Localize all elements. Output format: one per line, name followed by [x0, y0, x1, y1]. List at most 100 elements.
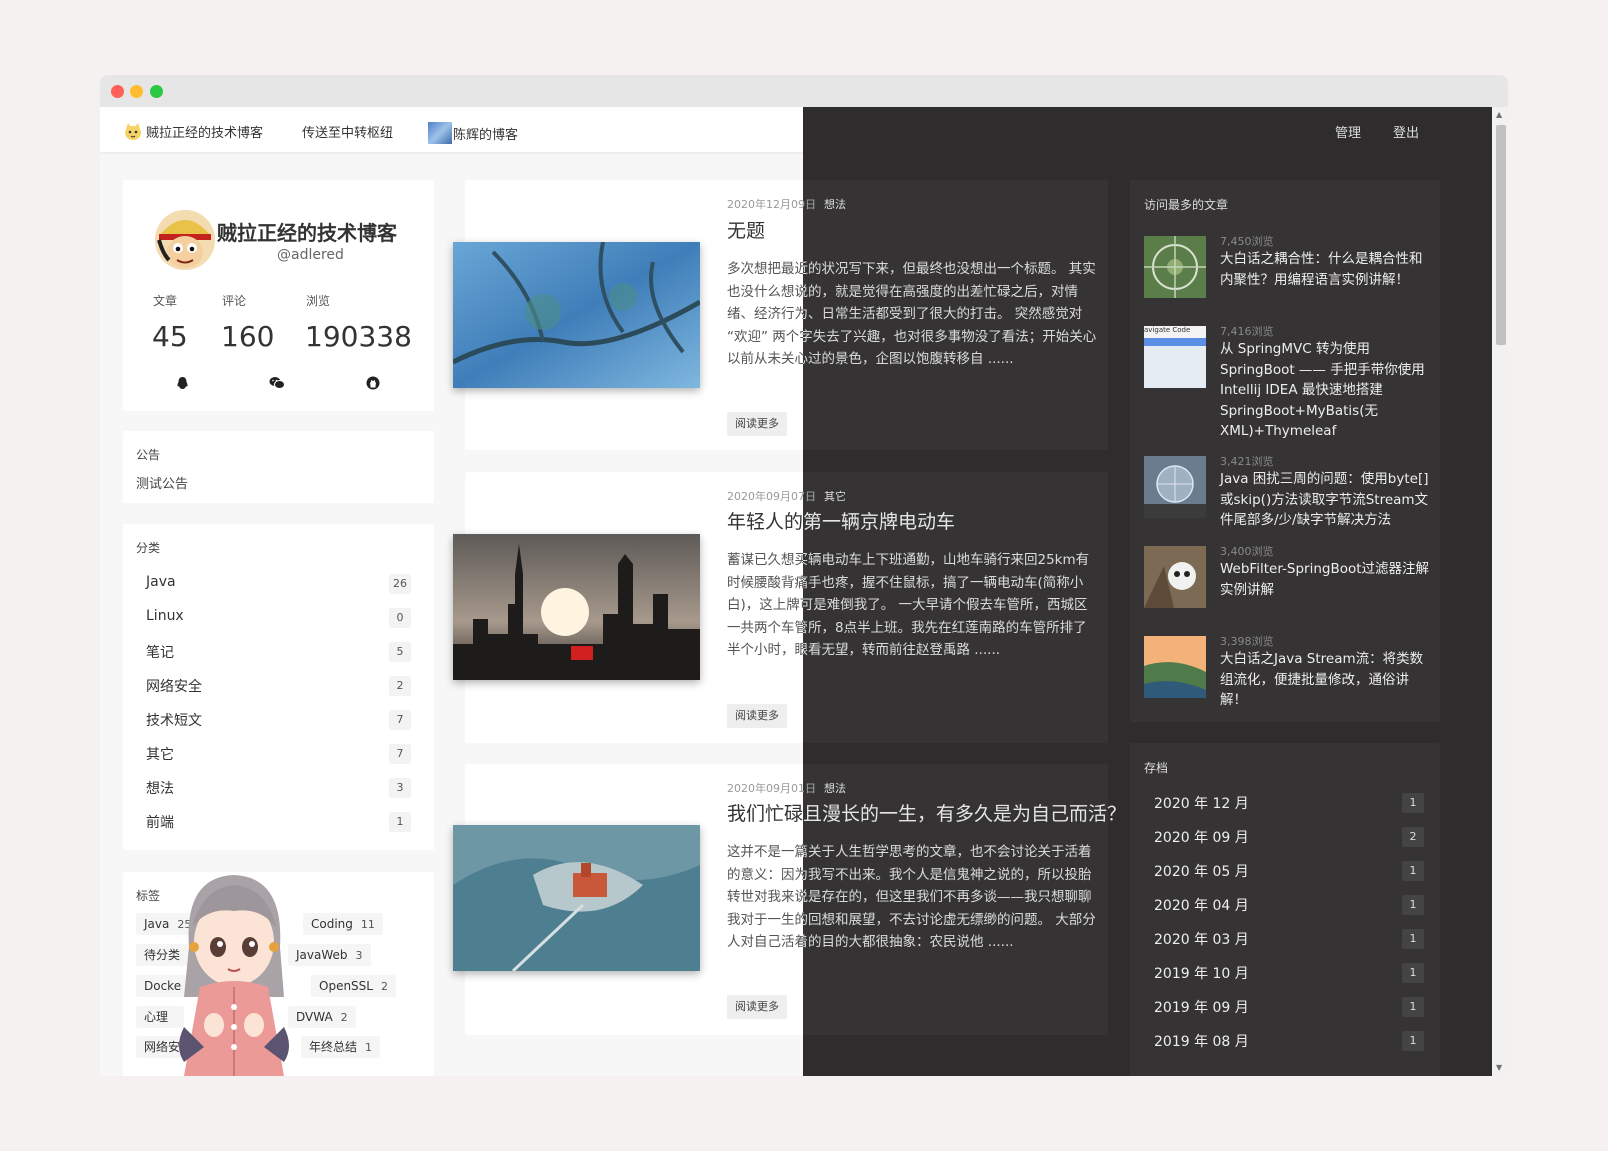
popular-post-item[interactable]: 3,421浏览 Java 困扰三周的问题：使用byte[]或skip()方法读取… [1144, 453, 1434, 533]
post-excerpt-2-dark: 蓄谋已久想买辆电动车上下班通勤，山地车骑行来回25km有时候腰酸背痛手也疼，握不… [803, 552, 1090, 658]
scroll-up-icon[interactable]: ▲ [1496, 111, 1502, 119]
read-more-button-3[interactable]: 阅读更多 [727, 995, 787, 1019]
popular-post-thumbnail: avigate Code [1144, 326, 1206, 388]
tag-count: 3 [355, 949, 363, 962]
nav-link-home[interactable]: 贼拉正经的技术博客 [123, 122, 263, 141]
blog-thumbnail-icon [428, 122, 452, 144]
post-title-3-dark[interactable]: 我们忙碌且漫长的一生，有多久是为自己而活？ [803, 799, 1126, 826]
scroll-down-icon[interactable]: ▼ [1496, 1064, 1502, 1072]
popular-post-item[interactable]: 7,450浏览 大白话之耦合性：什么是耦合性和内聚性？用编程语言实例讲解！ [1144, 233, 1434, 303]
category-item[interactable]: 前端 1 [146, 812, 411, 834]
category-count: 7 [389, 744, 411, 764]
post-cover-image-1[interactable] [453, 242, 700, 388]
post-title-2-dark[interactable]: 年轻人的第一辆京牌电动车 [803, 507, 955, 534]
cat-emoji-icon [123, 122, 143, 141]
archive-card: 存档 2020 年 12 月 1 2020 年 09 月 2 2020 年 05 月… [1130, 743, 1440, 1076]
tag-count: 2 [380, 980, 388, 993]
archive-count: 1 [1402, 929, 1424, 949]
live2d-mascot[interactable] [164, 847, 304, 1076]
tag-count: 11 [360, 918, 375, 931]
popular-post-views: 3,421浏览 [1220, 455, 1274, 468]
post-meta-3-dark: 2020年09月01日想法 [803, 780, 846, 796]
post-excerpt-1-dark: 多次想把最近的状况写下来，但最终也没想出一个标题。 其实也没什么想说的，就是觉得… [803, 261, 1097, 367]
category-name: 想法 [146, 781, 174, 797]
archive-title: 存档 [1144, 761, 1169, 775]
qq-icon[interactable] [176, 375, 189, 394]
zoom-window-button[interactable] [150, 85, 163, 98]
popular-posts-title: 访问最多的文章 [1144, 198, 1229, 212]
category-item[interactable]: 其它 7 [146, 744, 411, 766]
post-category[interactable]: 想法 [824, 782, 846, 795]
category-count: 7 [389, 710, 411, 730]
tag-name: 年终总结 [309, 1040, 358, 1054]
popular-post-title: WebFilter-SpringBoot过滤器注解实例讲解 [1220, 561, 1430, 598]
notice-text: 测试公告 [136, 477, 189, 492]
page-viewport: 贼拉正经的技术博客 传送至中转枢纽 陈辉的博客 管理 登出 贼拉正经的技术博客 … [100, 107, 1492, 1076]
wechat-icon[interactable] [269, 375, 285, 394]
category-name: 网络安全 [146, 679, 202, 695]
archive-item[interactable]: 2019 年 08 月 1 [1154, 1031, 1424, 1053]
post-title-1[interactable]: 无题 [727, 216, 765, 243]
category-name: 前端 [146, 815, 174, 831]
category-item[interactable]: 技术短文 7 [146, 710, 411, 732]
popular-post-views: 7,450浏览 [1220, 235, 1274, 248]
tag-name: Coding [311, 917, 353, 931]
archive-item[interactable]: 2020 年 05 月 1 [1154, 861, 1424, 883]
categories-card: 分类 Java 26 Linux 0 笔记 5 网络安全 2 技术短文 7 其它 7 想法 3… [123, 524, 434, 850]
archive-month: 2020 年 05 月 [1154, 864, 1249, 880]
category-item[interactable]: 想法 3 [146, 778, 411, 800]
archive-count: 1 [1402, 963, 1424, 983]
popular-post-item[interactable]: avigate Code 7,416浏览 从 SpringMVC 转为使用 Sp… [1144, 323, 1434, 439]
popular-post-title: 大白话之耦合性：什么是耦合性和内聚性？用编程语言实例讲解！ [1220, 251, 1423, 288]
stat-label-views: 浏览 [306, 294, 331, 308]
nav-link-chenhui-blog[interactable]: 陈辉的博客 [428, 122, 518, 144]
post-excerpt-3-dark: 这并不是一篇关于人生哲学思考的文章，也不会讨论关于活着的意义：因为我写不出来。我… [803, 844, 1096, 950]
tag-item[interactable]: Coding 11 [303, 913, 383, 935]
archive-count: 2 [1402, 827, 1424, 847]
archive-item[interactable]: 2020 年 09 月 2 [1154, 827, 1424, 849]
stat-value-views: 190338 [305, 320, 412, 353]
nav-link-chenhui-label: 陈辉的博客 [453, 127, 519, 143]
category-count: 1 [389, 812, 411, 832]
avatar[interactable] [155, 210, 215, 270]
tag-item[interactable]: 年终总结 1 [301, 1036, 381, 1058]
nav-link-home-label: 贼拉正经的技术博客 [146, 126, 264, 141]
github-icon[interactable] [366, 375, 380, 394]
nav-link-hub[interactable]: 传送至中转枢纽 [302, 122, 393, 141]
category-item[interactable]: Java 26 [146, 574, 411, 596]
archive-count: 1 [1402, 1031, 1424, 1051]
tag-count: 2 [340, 1011, 348, 1024]
archive-count: 1 [1402, 793, 1424, 813]
archive-item[interactable]: 2020 年 04 月 1 [1154, 895, 1424, 917]
read-more-button-1[interactable]: 阅读更多 [727, 412, 787, 436]
category-item[interactable]: 网络安全 2 [146, 676, 411, 698]
archive-month: 2020 年 03 月 [1154, 932, 1249, 948]
category-name: Java [146, 574, 176, 590]
post-cover-image-2[interactable] [453, 534, 700, 680]
popular-post-item[interactable]: 3,400浏览 WebFilter-SpringBoot过滤器注解实例讲解 [1144, 543, 1434, 613]
thumbnail-text: avigate Code [1144, 326, 1206, 338]
nav-link-hub-label: 传送至中转枢纽 [302, 126, 394, 141]
read-more-button-2[interactable]: 阅读更多 [727, 704, 787, 728]
post-category[interactable]: 其它 [824, 490, 846, 503]
category-name: 技术短文 [146, 713, 202, 729]
archive-month: 2020 年 04 月 [1154, 898, 1249, 914]
popular-post-item[interactable]: 3,398浏览 大白话之Java Stream流：将类数组流化，便捷批量修改，通… [1144, 633, 1434, 713]
archive-item[interactable]: 2019 年 09 月 1 [1154, 997, 1424, 1019]
archive-item[interactable]: 2019 年 10 月 1 [1154, 963, 1424, 985]
category-name: Linux [146, 608, 184, 624]
archive-item[interactable]: 2020 年 03 月 1 [1154, 929, 1424, 951]
scrollbar-thumb[interactable] [1496, 125, 1506, 345]
popular-posts-card: 访问最多的文章 7,450浏览 大白话之耦合性：什么是耦合性和内聚性？用编程语言… [1130, 180, 1440, 722]
popular-post-thumbnail [1144, 456, 1206, 518]
scrollbar[interactable]: ▲ ▼ [1492, 107, 1508, 1076]
stat-label-posts: 文章 [153, 294, 178, 308]
tag-item[interactable]: OpenSSL 2 [311, 975, 396, 997]
minimize-window-button[interactable] [130, 85, 143, 98]
post-cover-image-3[interactable] [453, 825, 700, 971]
close-window-button[interactable] [111, 85, 124, 98]
category-item[interactable]: 笔记 5 [146, 642, 411, 664]
post-category[interactable]: 想法 [824, 198, 846, 211]
archive-item[interactable]: 2020 年 12 月 1 [1154, 793, 1424, 815]
category-item[interactable]: Linux 0 [146, 608, 411, 630]
